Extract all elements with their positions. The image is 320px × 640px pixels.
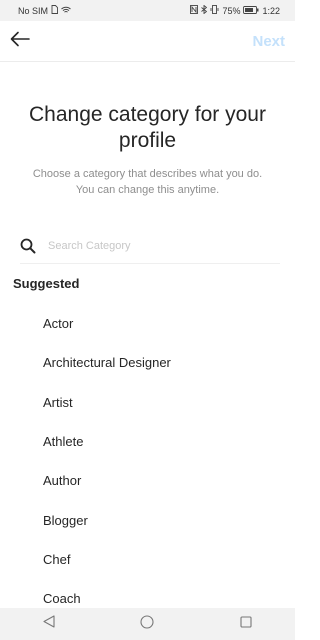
carrier-label: No SIM (18, 5, 49, 16)
nav-home-button[interactable] (127, 608, 167, 640)
suggested-heading: Suggested (13, 276, 80, 291)
category-item-artist[interactable]: Artist (0, 383, 295, 422)
search-icon (20, 238, 36, 254)
nav-back-icon (43, 615, 55, 633)
status-bar: No SIM 75% 1:22 (0, 0, 295, 21)
page-subtitle: Choose a category that describes what yo… (32, 168, 263, 196)
back-arrow-icon (10, 31, 30, 52)
nav-back-button[interactable] (29, 608, 69, 640)
battery-icon (243, 5, 259, 16)
search-input[interactable] (46, 239, 280, 253)
back-button[interactable] (10, 31, 30, 51)
nfc-icon (190, 5, 199, 16)
search-bar[interactable] (20, 229, 280, 264)
category-item-blogger[interactable]: Blogger (0, 500, 295, 539)
nav-home-icon (140, 614, 155, 634)
category-item-author[interactable]: Author (0, 461, 295, 500)
page-title: Change category for your profile (29, 103, 266, 152)
category-item-architectural-designer[interactable]: Architectural Designer (0, 343, 295, 382)
category-item-actor[interactable]: Actor (0, 304, 295, 343)
category-item-athlete[interactable]: Athlete (0, 422, 295, 461)
vibrate-icon (210, 5, 219, 16)
next-button[interactable]: Next (252, 33, 285, 50)
battery-percent: 75% (222, 5, 241, 16)
clock-time: 1:22 (262, 5, 280, 16)
nav-recents-icon (240, 615, 252, 633)
wifi-icon (61, 6, 71, 16)
nav-recents-button[interactable] (226, 608, 266, 640)
sim-icon (51, 5, 58, 16)
category-list: Actor Architectural Designer Artist Athl… (0, 304, 295, 618)
system-nav-bar (0, 608, 295, 640)
app-bar: Next (0, 21, 295, 62)
bluetooth-icon (201, 4, 208, 16)
category-item-chef[interactable]: Chef (0, 540, 295, 579)
